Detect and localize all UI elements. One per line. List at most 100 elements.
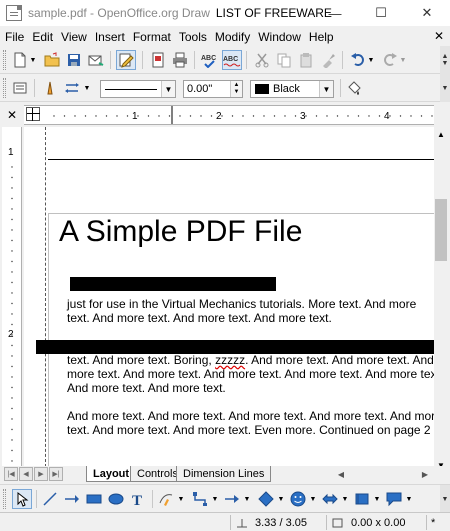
undo-button[interactable] [348, 50, 368, 70]
next-tab-button[interactable]: ▶ [34, 467, 48, 481]
text-tool-button[interactable]: T [128, 489, 148, 509]
horizontal-ruler[interactable]: 1 2 3 4 [24, 105, 434, 125]
menu-help[interactable]: Help [305, 30, 338, 44]
autospellcheck-button[interactable]: ABC [222, 50, 242, 70]
menu-format[interactable]: Format [129, 30, 175, 44]
toolbar-grip[interactable] [3, 50, 6, 70]
copy-button[interactable] [274, 50, 294, 70]
area-style-button[interactable] [344, 78, 364, 98]
menu-tools[interactable]: Tools [175, 30, 211, 44]
symbol-shapes-dropdown[interactable]: ▼ [308, 489, 318, 509]
close-pane-icon[interactable]: ✕ [0, 103, 24, 127]
callouts-dropdown[interactable]: ▼ [404, 489, 414, 509]
paste-button[interactable] [296, 50, 316, 70]
redaction-bar[interactable] [70, 277, 276, 291]
diamond-icon [258, 491, 274, 507]
connector-dropdown[interactable]: ▼ [210, 489, 220, 509]
arrow-ends-dropdown[interactable]: ▼ [82, 78, 92, 98]
flowcharts-dropdown[interactable]: ▼ [372, 489, 382, 509]
horizontal-scrollbar[interactable]: ◀ ▶ [334, 467, 434, 481]
email-button[interactable] [86, 50, 106, 70]
minimize-button[interactable]: — [312, 0, 358, 26]
new-dropdown-button[interactable]: ▼ [28, 50, 38, 70]
drawing-canvas[interactable]: A Simple PDF File just for use in the Vi… [24, 127, 434, 472]
open-folder-icon [44, 52, 60, 67]
menu-file[interactable]: File [0, 30, 28, 44]
toolbar-overflow-button[interactable]: ▼ [440, 74, 450, 102]
export-pdf-button[interactable] [148, 50, 168, 70]
redo-dropdown-button[interactable]: ▼ [398, 50, 408, 70]
ellipse-tool-button[interactable] [106, 489, 126, 509]
scroll-up-button[interactable]: ▲ [434, 127, 448, 141]
menu-view[interactable]: View [57, 30, 91, 44]
line-style-select[interactable]: ▼ [100, 80, 176, 98]
basic-shapes-dropdown[interactable]: ▼ [276, 489, 286, 509]
line-width-field[interactable]: 0.00" ▲ ▼ [183, 80, 243, 98]
clone-formatting-button[interactable] [318, 50, 338, 70]
menu-modify[interactable]: Modify [211, 30, 254, 44]
tab-layout[interactable]: Layout [86, 466, 137, 482]
paragraph-1[interactable]: just for use in the Virtual Mechanics tu… [67, 297, 416, 325]
maximize-button[interactable]: ☐ [358, 0, 404, 26]
paragraph-3[interactable]: And more text. And more text. And more t… [67, 409, 434, 437]
line-tool-button[interactable] [40, 489, 60, 509]
menu-insert[interactable]: Insert [91, 30, 129, 44]
scroll-right-button[interactable]: ▶ [418, 467, 432, 481]
prev-tab-button[interactable]: ◀ [19, 467, 33, 481]
line-properties-button[interactable] [10, 78, 30, 98]
edit-file-button[interactable] [116, 50, 136, 70]
first-tab-button[interactable]: |◀ [4, 467, 18, 481]
save-button[interactable] [64, 50, 84, 70]
rectangle-icon [86, 494, 102, 504]
lines-arrows-dropdown[interactable]: ▼ [242, 489, 252, 509]
redaction-bar-wide[interactable] [36, 340, 434, 354]
line-color-select[interactable]: Black ▼ [250, 80, 334, 98]
new-document-button[interactable] [10, 50, 30, 70]
connector-tool-button[interactable] [190, 489, 210, 509]
menu-edit[interactable]: Edit [28, 30, 57, 44]
cut-button[interactable] [252, 50, 272, 70]
curve-dropdown[interactable]: ▼ [176, 489, 186, 509]
toolbar-grip[interactable] [3, 489, 6, 509]
status-bar: 3.33 / 3.05 0.00 x 0.00 * [0, 512, 450, 531]
spellcheck-button[interactable]: ABC [200, 50, 220, 70]
tab-dimension-lines[interactable]: Dimension Lines [176, 466, 272, 482]
document-title[interactable]: A Simple PDF File [59, 215, 302, 249]
undo-dropdown-button[interactable]: ▼ [366, 50, 376, 70]
redo-button[interactable] [380, 50, 400, 70]
tab-stop-selector[interactable] [26, 107, 40, 121]
open-button[interactable] [42, 50, 62, 70]
toolbar-grip[interactable] [3, 78, 6, 98]
paragraph-3-line-1: And more text. And more text. And more t… [67, 409, 434, 423]
vertical-scrollbar[interactable]: ▲ ▼ [434, 127, 448, 472]
connector-icon [193, 492, 207, 506]
toolbar-overflow-button[interactable]: ▲ ▼ [440, 46, 450, 74]
menu-window[interactable]: Window [254, 30, 305, 44]
ruler-tick [431, 115, 433, 117]
vertical-ruler[interactable]: 1 2 [2, 127, 22, 472]
curve-tool-button[interactable] [156, 489, 176, 509]
block-arrows-button[interactable] [320, 489, 340, 509]
paragraph-2[interactable]: text. And more text. Boring, zzzzz. And … [67, 353, 434, 395]
close-document-button[interactable]: ✕ [434, 29, 444, 43]
block-arrows-dropdown[interactable]: ▼ [340, 489, 350, 509]
scroll-left-button[interactable]: ◀ [334, 467, 348, 481]
symbol-shapes-button[interactable] [288, 489, 308, 509]
arrow-ends-button[interactable] [62, 78, 82, 98]
toolbar-overflow-button[interactable]: ▼ [440, 485, 450, 513]
arrow-style-button[interactable] [40, 78, 60, 98]
lines-arrows-tool-button[interactable] [222, 489, 242, 509]
close-window-button[interactable]: ✕ [404, 0, 450, 26]
flowcharts-button[interactable] [352, 489, 372, 509]
basic-shapes-button[interactable] [256, 489, 276, 509]
vertical-scroll-thumb[interactable] [435, 199, 447, 261]
print-button[interactable] [170, 50, 190, 70]
ruler-tick [231, 115, 234, 117]
callouts-button[interactable] [384, 489, 404, 509]
select-tool-button[interactable] [12, 489, 32, 509]
last-tab-button[interactable]: ▶| [49, 467, 63, 481]
rectangle-tool-button[interactable] [84, 489, 104, 509]
line-arrow-tool-button[interactable] [62, 489, 82, 509]
line-width-spinner[interactable]: ▲ ▼ [230, 81, 242, 97]
document-modified-indicator[interactable]: * [426, 515, 450, 530]
